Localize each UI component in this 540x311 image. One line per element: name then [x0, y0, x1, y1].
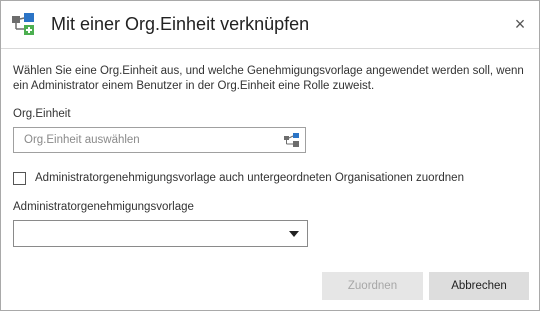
- dialog-titlebar: Mit einer Org.Einheit verknüpfen ×: [1, 1, 539, 47]
- approval-template-label: Administratorgenehmigungsvorlage: [13, 201, 194, 213]
- close-icon: ×: [514, 13, 526, 34]
- approval-template-select[interactable]: [13, 220, 308, 247]
- assign-button[interactable]: Zuordnen: [322, 272, 423, 300]
- org-unit-link-icon: [11, 12, 35, 36]
- org-unit-input[interactable]: Org.Einheit auswählen: [13, 127, 306, 153]
- apply-to-children-row[interactable]: Administratorgenehmigungsvorlage auch un…: [13, 170, 464, 186]
- close-button[interactable]: ×: [509, 13, 531, 35]
- apply-to-children-checkbox[interactable]: [13, 171, 26, 185]
- org-tree-picker-icon[interactable]: [284, 133, 300, 147]
- org-unit-label: Org.Einheit: [13, 108, 71, 120]
- org-unit-placeholder: Org.Einheit auswählen: [24, 134, 140, 146]
- apply-to-children-label[interactable]: Administratorgenehmigungsvorlage auch un…: [35, 172, 464, 184]
- link-org-unit-dialog: Mit einer Org.Einheit verknüpfen × Wähle…: [0, 0, 540, 311]
- title-divider: [1, 48, 539, 49]
- dialog-title: Mit einer Org.Einheit verknüpfen: [51, 14, 310, 34]
- dropdown-arrow-icon[interactable]: [289, 231, 299, 237]
- dialog-description: Wählen Sie eine Org.Einheit aus, und wel…: [13, 65, 524, 92]
- cancel-button[interactable]: Abbrechen: [429, 272, 529, 300]
